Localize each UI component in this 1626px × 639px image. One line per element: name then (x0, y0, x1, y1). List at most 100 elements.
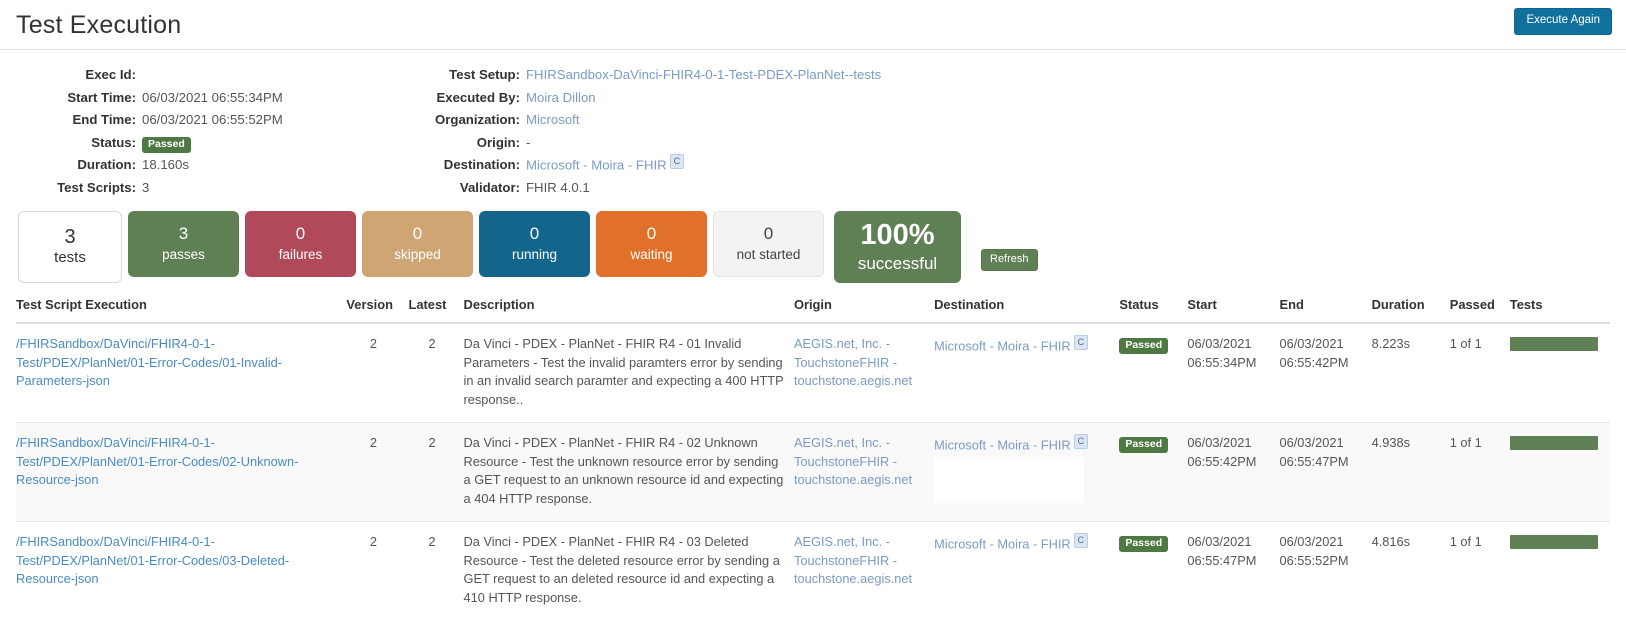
column-header-description[interactable]: Description (464, 293, 794, 323)
start-date: 06/03/2021 (1187, 434, 1271, 453)
cell-latest: 2 (408, 423, 463, 522)
success-percent: 100% (860, 219, 934, 252)
test-script-link[interactable]: /FHIRSandbox/DaVinci/FHIR4-0-1-Test/PDEX… (16, 534, 289, 586)
destination-detail-panel (934, 358, 1084, 404)
destination-link[interactable]: Microsoft - Moira - FHIR (934, 338, 1071, 353)
end-time: 06:55:47PM (1280, 453, 1364, 472)
stat-count: 3 (179, 223, 188, 245)
summary-row: Start Time:06/03/2021 06:55:34PM (0, 87, 300, 110)
column-header-origin[interactable]: Origin (794, 293, 934, 323)
stat-box-not-started[interactable]: 0not started (713, 211, 824, 277)
summary-label: Origin: (320, 132, 526, 155)
origin-link[interactable]: AEGIS.net, Inc. - TouchstoneFHIR - touch… (794, 534, 912, 586)
summary-label: Start Time: (0, 87, 142, 110)
conformance-badge-icon: C (1074, 335, 1089, 350)
stat-box-tests[interactable]: 3tests (18, 211, 122, 283)
summary-row: Exec Id: (0, 64, 300, 87)
start-time: 06:55:47PM (1187, 552, 1271, 571)
destination-link[interactable]: Microsoft - Moira - FHIR (934, 437, 1071, 452)
cell-description: Da Vinci - PDEX - PlanNet - FHIR R4 - 01… (464, 323, 794, 423)
cell-passed: 1 of 1 (1450, 522, 1510, 621)
cell-duration: 4.816s (1372, 522, 1450, 621)
table-header: Test Script ExecutionVersionLatestDescri… (16, 293, 1610, 323)
summary-label: Status: (0, 132, 142, 155)
origin-link[interactable]: AEGIS.net, Inc. - TouchstoneFHIR - touch… (794, 435, 912, 487)
summary-label: Test Scripts: (0, 177, 142, 200)
column-header-test-script-execution[interactable]: Test Script Execution (16, 293, 346, 323)
column-header-end[interactable]: End (1280, 293, 1372, 323)
test-script-link[interactable]: /FHIRSandbox/DaVinci/FHIR4-0-1-Test/PDEX… (16, 435, 298, 487)
refresh-button[interactable]: Refresh (981, 249, 1038, 271)
summary-value: 06/03/2021 06:55:34PM (142, 87, 283, 110)
cell-end: 06/03/202106:55:52PM (1280, 522, 1372, 621)
stat-box-failures[interactable]: 0failures (245, 211, 356, 277)
tests-progress-bar (1510, 337, 1598, 351)
summary-row: Destination:Microsoft - Moira - FHIRC (320, 154, 1626, 177)
stat-label: failures (279, 245, 323, 265)
stat-box-skipped[interactable]: 0skipped (362, 211, 473, 277)
test-script-execution-table-wrapper: Test Script ExecutionVersionLatestDescri… (0, 283, 1626, 620)
start-date: 06/03/2021 (1187, 533, 1271, 552)
stat-count: 0 (296, 223, 305, 245)
column-header-latest[interactable]: Latest (408, 293, 463, 323)
cell-latest: 2 (408, 323, 463, 423)
cell-version: 2 (346, 423, 408, 522)
summary-label: Destination: (320, 154, 526, 177)
stat-box-passes[interactable]: 3passes (128, 211, 239, 277)
summary-value-text: Microsoft - Moira - FHIR (526, 157, 667, 172)
stat-label: passes (162, 245, 205, 265)
summary-value: 18.160s (142, 154, 189, 177)
conformance-badge-icon: C (1074, 434, 1089, 449)
summary-label: Organization: (320, 109, 526, 132)
cell-destination: Microsoft - Moira - FHIRC (934, 522, 1119, 621)
summary-row: Test Setup:FHIRSandbox-DaVinci-FHIR4-0-1… (320, 64, 1626, 87)
table-row[interactable]: /FHIRSandbox/DaVinci/FHIR4-0-1-Test/PDEX… (16, 522, 1610, 621)
table-row[interactable]: /FHIRSandbox/DaVinci/FHIR4-0-1-Test/PDEX… (16, 323, 1610, 423)
table-row[interactable]: /FHIRSandbox/DaVinci/FHIR4-0-1-Test/PDEX… (16, 423, 1610, 522)
start-time: 06:55:34PM (1187, 354, 1271, 373)
summary-row: End Time:06/03/2021 06:55:52PM (0, 109, 300, 132)
summary-value-link[interactable]: Microsoft (526, 109, 580, 132)
destination-detail-panel (934, 556, 1084, 602)
end-time: 06:55:52PM (1280, 552, 1364, 571)
cell-destination: Microsoft - Moira - FHIRC (934, 323, 1119, 423)
column-header-start[interactable]: Start (1187, 293, 1279, 323)
column-header-destination[interactable]: Destination (934, 293, 1119, 323)
summary-row: Origin:- (320, 132, 1626, 155)
column-header-passed[interactable]: Passed (1450, 293, 1510, 323)
test-script-link[interactable]: /FHIRSandbox/DaVinci/FHIR4-0-1-Test/PDEX… (16, 336, 282, 388)
summary-label: End Time: (0, 109, 142, 132)
cell-status: Passed (1119, 323, 1187, 423)
cell-test-script-execution: /FHIRSandbox/DaVinci/FHIR4-0-1-Test/PDEX… (16, 423, 346, 522)
conformance-badge-icon: C (1074, 533, 1089, 548)
summary-left-column: Exec Id:Start Time:06/03/2021 06:55:34PM… (0, 64, 300, 199)
column-header-tests[interactable]: Tests (1510, 293, 1610, 323)
status-badge: Passed (1119, 536, 1168, 552)
summary-value-link[interactable]: Moira Dillon (526, 87, 596, 110)
column-header-duration[interactable]: Duration (1372, 293, 1450, 323)
destination-link[interactable]: Microsoft - Moira - FHIR (934, 536, 1071, 551)
status-badge: Passed (142, 132, 191, 155)
stats-summary-row: 3tests3passes0failures0skipped0running0w… (0, 205, 1626, 283)
summary-label: Duration: (0, 154, 142, 177)
cell-start: 06/03/202106:55:34PM (1187, 323, 1279, 423)
column-header-status[interactable]: Status (1119, 293, 1187, 323)
origin-link[interactable]: AEGIS.net, Inc. - TouchstoneFHIR - touch… (794, 336, 912, 388)
stat-box-waiting[interactable]: 0waiting (596, 211, 707, 277)
summary-value-link[interactable]: Microsoft - Moira - FHIRC (526, 154, 684, 177)
table-header-row: Test Script ExecutionVersionLatestDescri… (16, 293, 1610, 323)
summary-value-link[interactable]: FHIRSandbox-DaVinci-FHIR4-0-1-Test-PDEX-… (526, 64, 881, 87)
summary-row: Organization:Microsoft (320, 109, 1626, 132)
stat-label: running (512, 245, 557, 265)
conformance-badge-icon: C (670, 154, 685, 169)
summary-label: Executed By: (320, 87, 526, 110)
column-header-version[interactable]: Version (346, 293, 408, 323)
summary-value: FHIR 4.0.1 (526, 177, 590, 200)
stat-box-running[interactable]: 0running (479, 211, 590, 277)
cell-start: 06/03/202106:55:42PM (1187, 423, 1279, 522)
execute-again-button[interactable]: Execute Again (1514, 8, 1612, 35)
summary-label: Validator: (320, 177, 526, 200)
cell-origin: AEGIS.net, Inc. - TouchstoneFHIR - touch… (794, 323, 934, 423)
stat-label: skipped (394, 245, 441, 265)
cell-end: 06/03/202106:55:42PM (1280, 323, 1372, 423)
